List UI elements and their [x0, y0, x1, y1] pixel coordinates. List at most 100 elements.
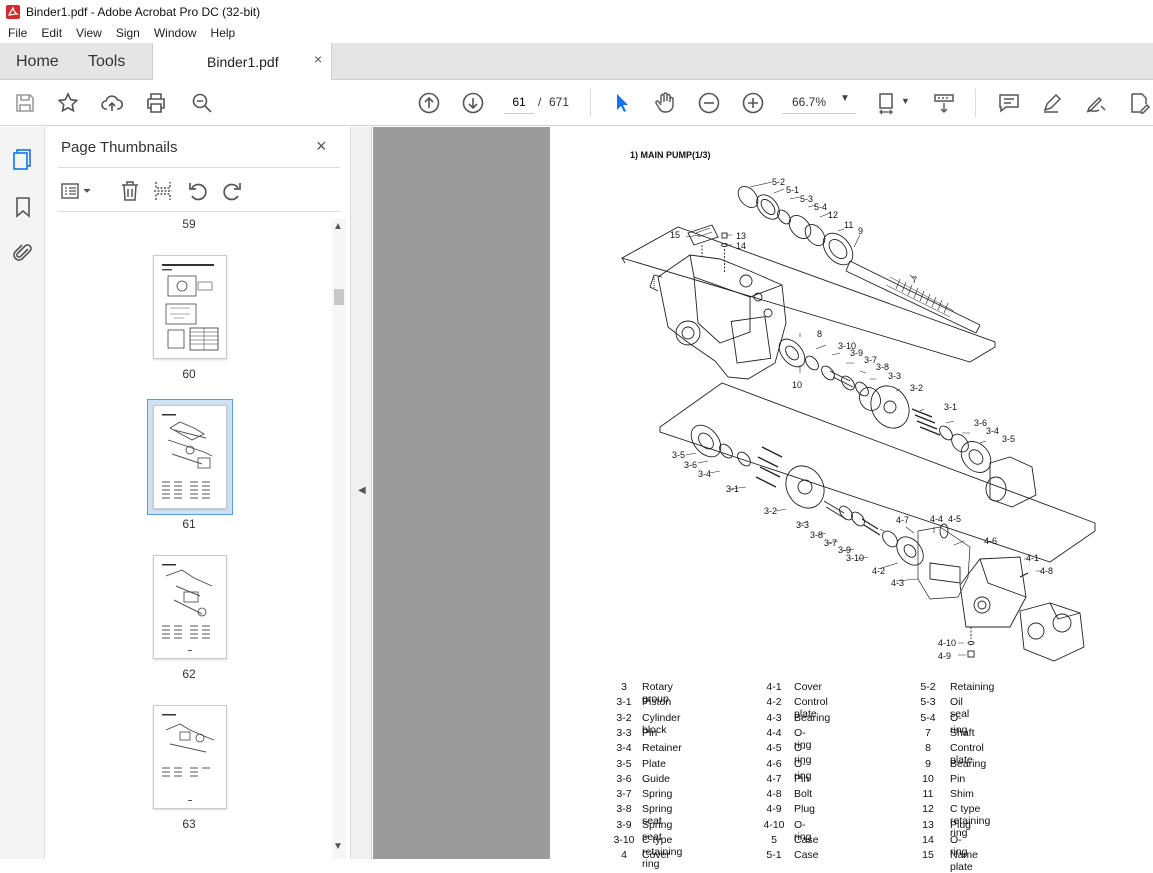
- print-icon[interactable]: [144, 91, 168, 115]
- hand-tool-icon[interactable]: [653, 91, 677, 115]
- part-name: Pin: [794, 772, 810, 785]
- part-name: Case: [794, 849, 819, 862]
- callout-label: 12: [828, 210, 838, 220]
- tab-document[interactable]: Binder1.pdf ×: [152, 43, 332, 81]
- part-number: 15: [922, 849, 934, 862]
- zoom-out-icon[interactable]: [697, 91, 721, 115]
- thumbnail-page-62[interactable]: [153, 555, 227, 659]
- toolbar-divider: [975, 89, 976, 117]
- options-menu-icon[interactable]: [60, 179, 91, 203]
- panel-splitter[interactable]: ◀: [350, 127, 372, 859]
- part-name: Pin: [950, 772, 966, 785]
- part-number: 3-7: [616, 788, 632, 801]
- callout-label: 3-10: [846, 553, 864, 563]
- thumbnail-page-60[interactable]: [153, 255, 227, 359]
- sign-pen-icon[interactable]: [1084, 91, 1108, 115]
- highlight-pen-icon[interactable]: [1040, 91, 1064, 115]
- thumbnail-page-63[interactable]: [153, 705, 227, 809]
- part-number: 4-2: [766, 696, 782, 709]
- part-name: Shim: [950, 788, 974, 801]
- tab-home[interactable]: Home: [16, 43, 59, 80]
- total-pages: 671: [549, 95, 570, 109]
- part-number: 4-3: [766, 711, 782, 724]
- rotate-left-icon[interactable]: [186, 179, 210, 203]
- pdf-page: 1) MAIN PUMP(1/3) 5-2 5-1 5-3 5-4 12 11 …: [550, 127, 1153, 873]
- panel-title: Page Thumbnails: [61, 139, 178, 156]
- page-number-input[interactable]: [504, 90, 534, 114]
- zoom-in-icon[interactable]: [741, 91, 765, 115]
- save-icon[interactable]: [13, 91, 37, 115]
- part-number: 3-4: [616, 742, 632, 755]
- part-name: Spring: [642, 788, 673, 801]
- collapse-panel-icon[interactable]: ◀: [358, 485, 366, 496]
- part-number: 14: [922, 834, 934, 846]
- callout-label: 10: [792, 380, 802, 390]
- cloud-upload-icon[interactable]: [100, 91, 124, 115]
- callout-label: 3-2: [910, 383, 923, 393]
- menu-edit[interactable]: Edit: [41, 26, 62, 40]
- tab-tools[interactable]: Tools: [88, 43, 125, 80]
- thumbnail-toolbar: [58, 177, 340, 205]
- part-number: 4-5: [766, 742, 782, 755]
- part-number: 3-2: [616, 711, 632, 724]
- callout-label: 14: [736, 241, 746, 251]
- left-navigation-rail: [0, 127, 45, 859]
- part-number: 3-5: [616, 757, 632, 770]
- menu-window[interactable]: Window: [154, 26, 197, 40]
- bookmark-icon[interactable]: [11, 195, 35, 219]
- callout-label: 5-4: [814, 202, 827, 212]
- callout-label: 11: [844, 220, 853, 230]
- attachment-icon[interactable]: [11, 241, 35, 265]
- scrollbar-thumb[interactable]: [334, 289, 344, 305]
- extract-pages-icon[interactable]: [151, 179, 175, 203]
- thumbnail-list[interactable]: 59 60 61 62 63: [46, 213, 332, 859]
- window-title: Binder1.pdf - Adobe Acrobat Pro DC (32-b…: [26, 4, 261, 19]
- star-icon[interactable]: [56, 91, 80, 115]
- zoom-value: 66.7%: [792, 95, 827, 109]
- close-icon[interactable]: ×: [316, 136, 327, 157]
- part-name: Bolt: [794, 788, 813, 801]
- thumbnail-page-61[interactable]: [153, 405, 227, 509]
- menu-sign[interactable]: Sign: [116, 26, 140, 40]
- select-cursor-icon[interactable]: [610, 91, 634, 115]
- callout-label: 3-1: [726, 484, 739, 494]
- comment-icon[interactable]: [997, 91, 1021, 115]
- tab-document-label: Binder1.pdf: [207, 54, 279, 70]
- previous-page-icon[interactable]: [417, 91, 441, 115]
- trash-icon[interactable]: [118, 179, 142, 203]
- part-number: 3-10: [613, 834, 635, 846]
- page-fit-icon[interactable]: [876, 91, 900, 115]
- scroll-mode-icon[interactable]: [932, 91, 956, 115]
- scroll-down-icon[interactable]: ▼: [333, 841, 343, 852]
- part-number: 3-8: [616, 803, 632, 816]
- document-view[interactable]: 1) MAIN PUMP(1/3) 5-2 5-1 5-3 5-4 12 11 …: [373, 127, 1153, 873]
- menu-help[interactable]: Help: [211, 26, 236, 40]
- divider: [58, 167, 340, 168]
- callout-label: 3-3: [888, 371, 901, 381]
- thumbnail-scrollbar[interactable]: ▲ ▼: [332, 219, 346, 859]
- chevron-down-icon[interactable]: ▼: [901, 96, 910, 106]
- zoom-dropdown[interactable]: 66.7% ▼: [782, 90, 856, 114]
- close-tab-icon[interactable]: ×: [314, 51, 322, 67]
- callout-label: 3-8: [810, 530, 823, 540]
- next-page-icon[interactable]: [461, 91, 485, 115]
- callout-label: 3-5: [672, 450, 685, 460]
- callout-label: 3-4: [698, 469, 711, 479]
- part-name: Retainer: [642, 742, 682, 755]
- part-name: Guide: [642, 772, 671, 785]
- callout-label: 4-6: [984, 536, 997, 546]
- part-number: 4: [621, 849, 627, 862]
- menu-view[interactable]: View: [76, 26, 102, 40]
- part-number: 7: [925, 726, 931, 739]
- scroll-up-icon[interactable]: ▲: [333, 221, 343, 232]
- callout-label: 15: [670, 230, 680, 240]
- edit-pdf-icon[interactable]: [1127, 91, 1151, 115]
- callout-label: 3-5: [1002, 434, 1015, 444]
- zoom-search-icon[interactable]: [190, 91, 214, 115]
- rotate-right-icon[interactable]: [220, 179, 244, 203]
- callout-label: 8: [817, 329, 822, 339]
- menu-file[interactable]: File: [8, 26, 27, 40]
- part-name: Plug: [950, 818, 972, 831]
- part-number: 5-4: [920, 711, 936, 724]
- page-thumbnails-icon[interactable]: [11, 147, 35, 171]
